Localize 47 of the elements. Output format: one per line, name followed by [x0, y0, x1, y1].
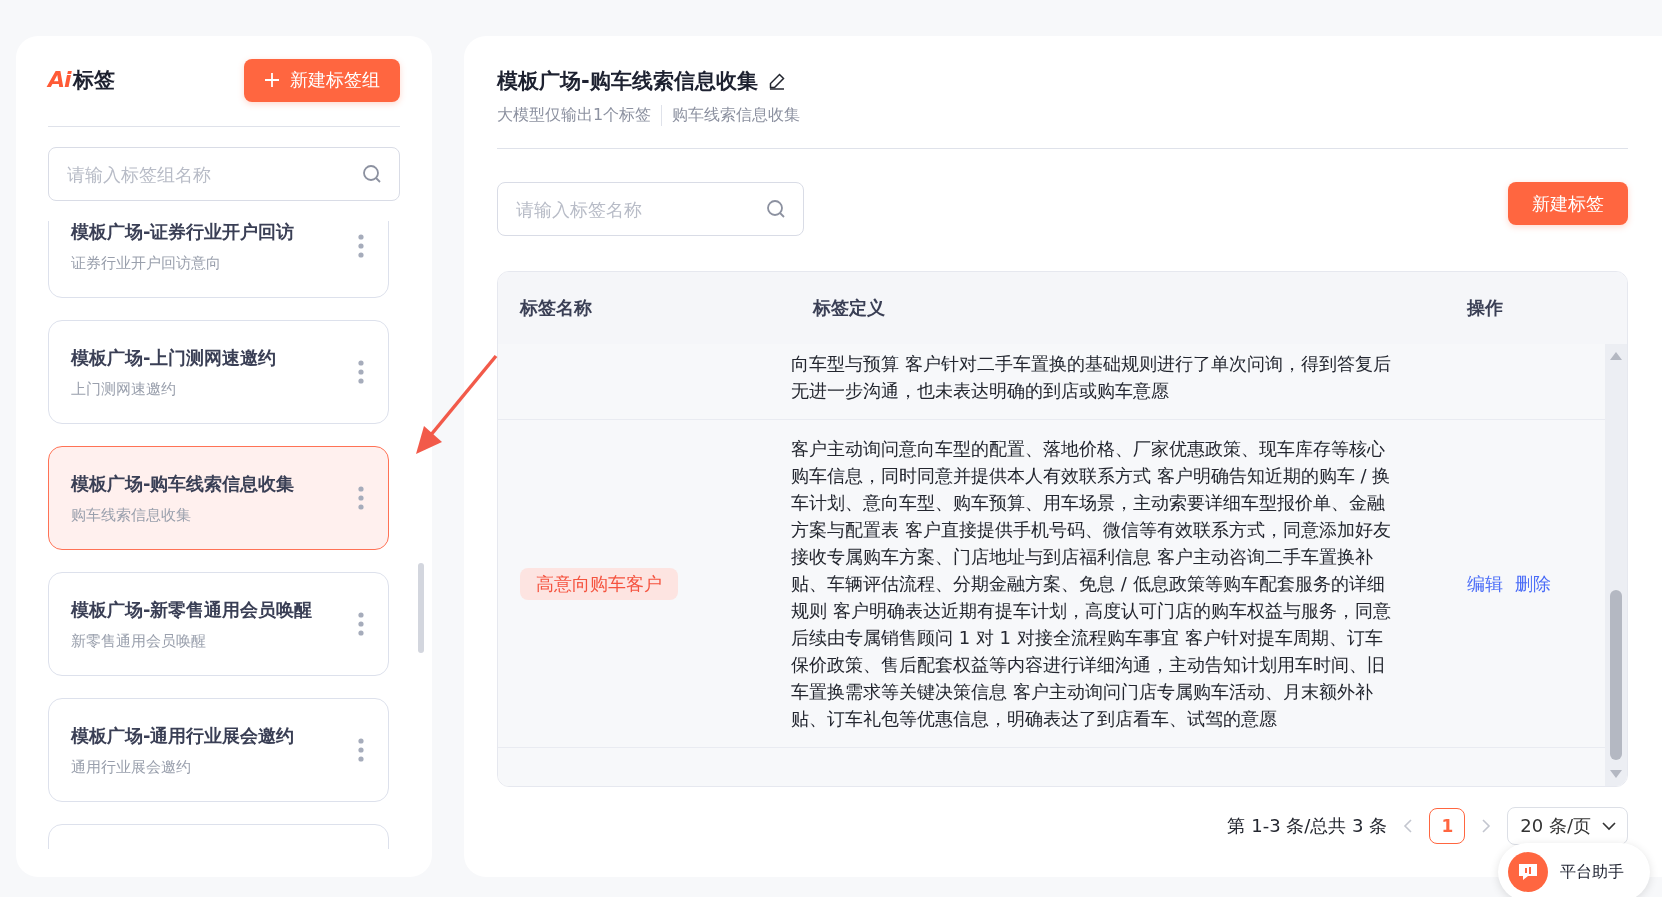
group-card[interactable]: 模板广场-上门测网速邀约 上门测网速邀约 [48, 320, 389, 424]
group-description: 新零售通用会员唤醒 [71, 631, 207, 651]
scrollbar[interactable] [1605, 344, 1627, 786]
more-icon[interactable] [358, 612, 364, 636]
group-title: 模板广场-证券行业开户回访 [71, 221, 295, 244]
tag-definition: 客户主动询问意向车型的配置、落地价格、厂家优惠政策、现车库存等核心购车信息，同时同意并提供本人有效联系方式 客户明确告知近期的购车 / 换车计划、意向车型、购车预算、用车场景，主动索要详细车型报价单、金融方案与配置表 客户直接提供手机号码、微信等有效联系方式，同意添加好友接收专属购车方案、门店地址与到店福利信息 客户主动咨询二手车置换补贴、车辆评估流程、分期金融方案、免息 / 低息政策等购车配套服务的详细规则 客户明确表达近期有提车计划，高度认可门店的购车权益与服务，同意后续由专属销售顾问 1 对 1 对接全流程购车事宜 客户针对提车周期、订车保价政策、售后配套权益等内容进行详细沟通，主动告知计划用车时间、旧车置换需求等关键决策信息 客户主动询问门店专属购车活动、月末额外补贴、订车礼包等优惠信息，明确表达了到店看车、试驾的意愿 [791, 437, 1392, 731]
group-description: 购车线索信息收集 [71, 505, 192, 525]
group-search-field[interactable]: 请输入标签组名称 [48, 147, 400, 201]
logo-mark: Ai [48, 67, 71, 92]
group-card[interactable]: 模板广场-通用行业展会邀约 通用行业展会邀约 [48, 698, 389, 802]
delete-link[interactable]: 删除 [1515, 571, 1551, 596]
tag-name: 高意向购车客户 [520, 567, 678, 600]
more-icon[interactable] [358, 486, 364, 510]
group-description: 通用行业展会邀约 [71, 757, 192, 777]
group-card[interactable]: 模板广场-购车线索信息收集 购车线索信息收集 [48, 446, 389, 550]
group-title: 模板广场-新零售通用会员唤醒 [71, 597, 313, 622]
next-page-icon[interactable] [1481, 818, 1492, 834]
group-title: 模板广场-上门测网速邀约 [71, 345, 277, 370]
page-title: 模板广场-购车线索信息收集 [497, 68, 758, 95]
group-description: 证券行业开户回访意向 [71, 253, 222, 273]
chat-icon [1508, 852, 1548, 892]
group-description: 上门测网速邀约 [71, 379, 177, 399]
sidebar-title: 标签 [72, 67, 115, 94]
plus-icon [264, 72, 280, 88]
meta-text: 购车线索信息收集 [661, 105, 811, 126]
pagination-summary: 第 1-3 条/总共 3 条 [1227, 814, 1388, 838]
column-header: 标签定义 [811, 296, 886, 320]
group-card[interactable]: 模板广场-新零售通用会员唤醒 新零售通用会员唤醒 [48, 572, 389, 676]
tag-definition: 向车型与预算 客户针对二手车置换的基础规则进行了单次问询，得到答复后无进一步沟通，也未表达明确的到店或购车意愿 [791, 352, 1392, 403]
group-title: 模板广场-通用行业展会邀约 [71, 723, 295, 748]
previous-page-icon[interactable] [1403, 818, 1414, 834]
more-icon[interactable] [358, 360, 364, 384]
more-icon[interactable] [358, 234, 364, 258]
group-title: 模板广场-购车线索信息收集 [71, 471, 295, 496]
scrollbar[interactable] [418, 563, 424, 653]
chevron-down-icon [1601, 821, 1617, 831]
column-header: 标签名称 [518, 296, 593, 320]
search-icon[interactable] [362, 164, 382, 184]
column-header: 操作 [1466, 296, 1504, 320]
meta-text: 大模型仅输出1个标签 [497, 105, 653, 126]
more-icon[interactable] [358, 738, 364, 762]
group-card[interactable]: 模板广场-证券行业开户回访 证券行业开户回访意向 [48, 221, 389, 298]
tag-search-field[interactable]: 请输入标签名称 [497, 182, 804, 236]
assistant-button[interactable]: 平台助手 [1498, 843, 1650, 897]
edit-link[interactable]: 编辑 [1467, 571, 1503, 596]
edit-icon[interactable] [767, 72, 786, 90]
search-icon[interactable] [766, 199, 786, 219]
